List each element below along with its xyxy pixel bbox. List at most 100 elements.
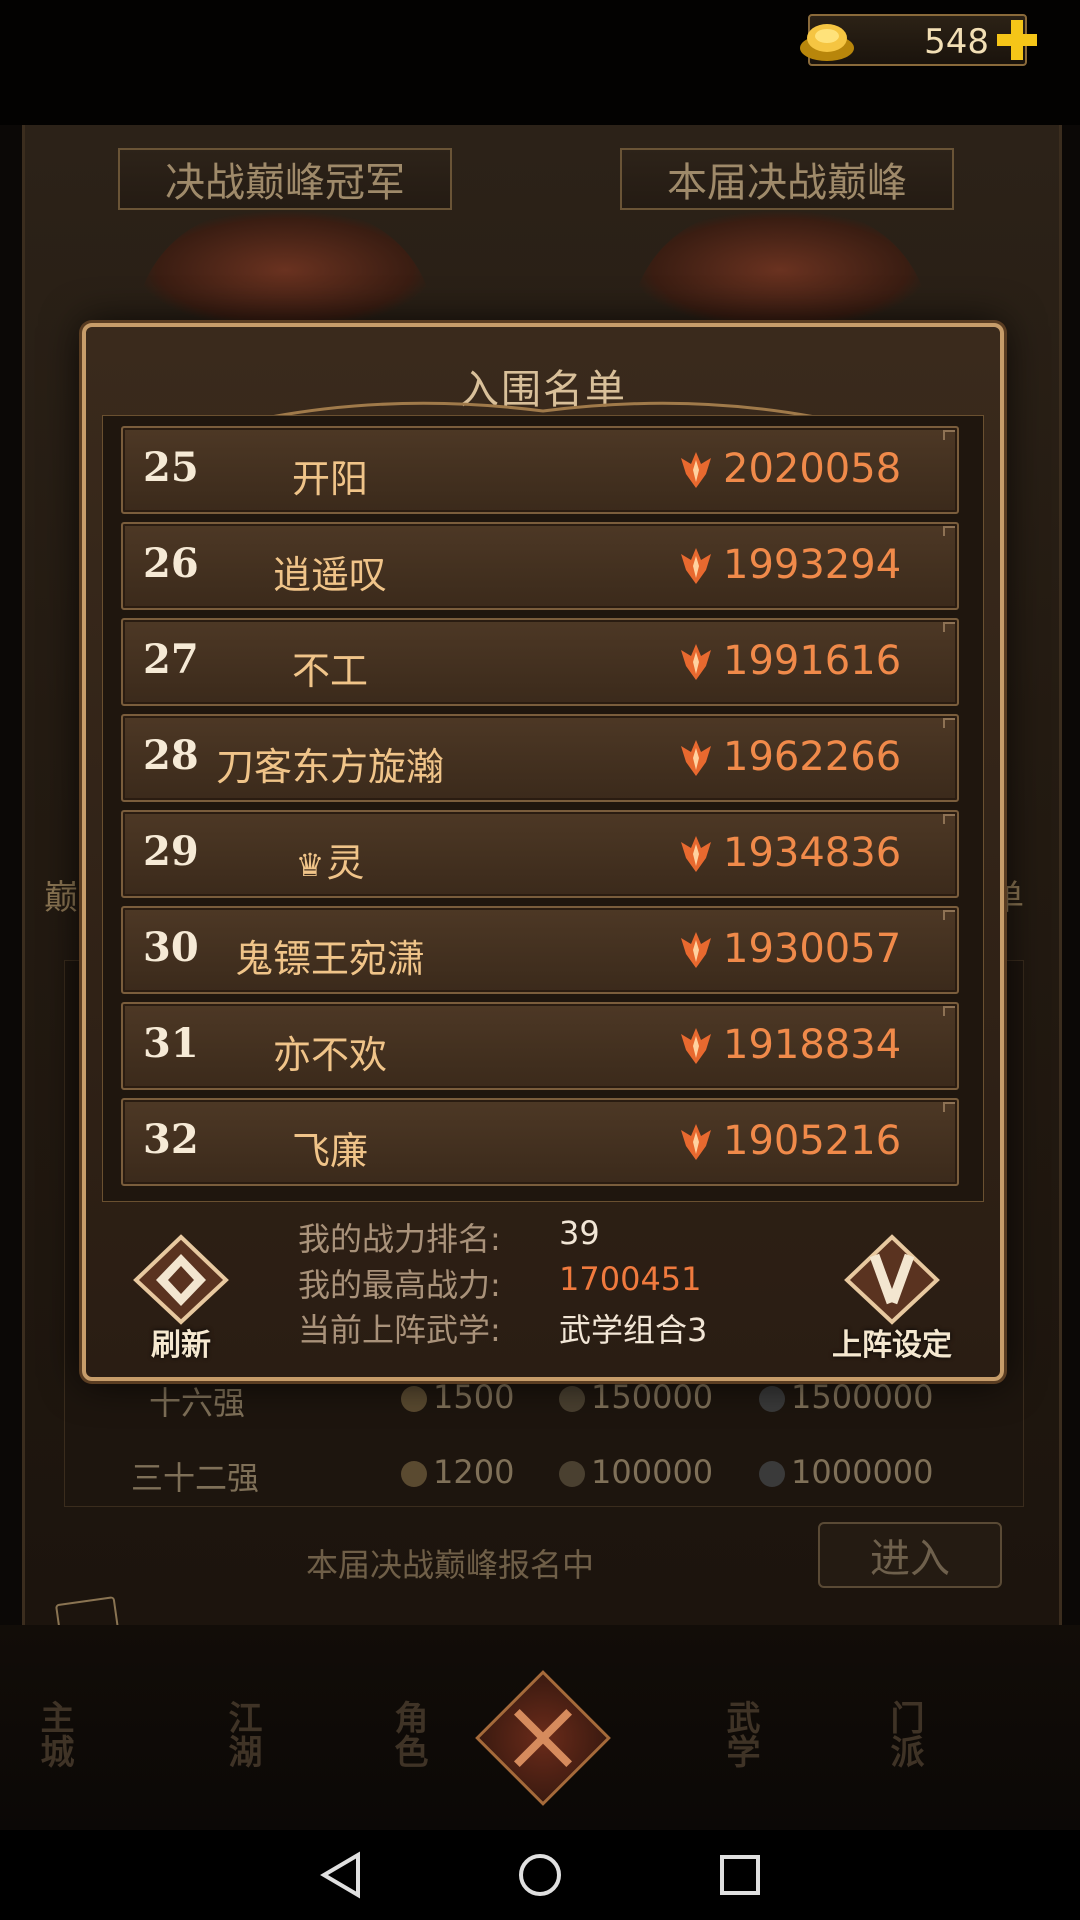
- stage-label: 三十二强: [131, 1459, 260, 1497]
- row-corner-ornament: [943, 1102, 955, 1112]
- current-skill-label: 当前上阵武学:: [298, 1311, 501, 1349]
- coin-icon: [759, 1461, 785, 1487]
- rank-number: 29: [143, 828, 199, 875]
- player-name-cell: 开阳: [205, 448, 455, 503]
- rank-number: 27: [143, 636, 199, 683]
- taiji-icon: [559, 1386, 585, 1412]
- player-name: 飞廉: [291, 1129, 368, 1173]
- row-corner-ornament: [943, 1006, 955, 1016]
- player-name: 逍遥叹: [272, 553, 387, 597]
- battle-power-icon: [681, 548, 711, 584]
- ranking-row[interactable]: 28 刀客东方旋瀚 1962266: [121, 714, 959, 802]
- back-icon[interactable]: [318, 1850, 364, 1900]
- player-name-cell: 鬼镖王宛潇: [205, 928, 455, 983]
- reward-c: 1000000: [791, 1453, 934, 1491]
- player-name-cell: 不工: [205, 640, 455, 695]
- reward-c: 1500000: [791, 1378, 934, 1416]
- best-power-value: 1700451: [559, 1260, 702, 1298]
- player-name: 刀客东方旋瀚: [215, 745, 444, 789]
- currency-amount: 548: [924, 22, 989, 62]
- player-name: 灵: [326, 841, 365, 885]
- ranking-row[interactable]: 29 ♛灵 1934836: [121, 810, 959, 898]
- ranking-row[interactable]: 30 鬼镖王宛潇 1930057: [121, 906, 959, 994]
- power-rank-label: 我的战力排名:: [298, 1220, 501, 1258]
- crown-icon: ♛: [295, 846, 325, 884]
- row-corner-ornament: [943, 814, 955, 824]
- player-name-cell: 亦不欢: [205, 1024, 455, 1079]
- player-name: 亦不欢: [272, 1033, 387, 1077]
- peak-token-icon: [401, 1461, 427, 1487]
- nav-main-city[interactable]: 主城: [30, 1700, 79, 1768]
- battle-power-icon: [681, 1028, 711, 1064]
- nav-martial-arts[interactable]: 武学: [716, 1700, 765, 1768]
- refresh-button[interactable]: 刷新: [126, 1232, 236, 1363]
- peak-token-icon: [401, 1386, 427, 1412]
- reward-b: 150000: [591, 1378, 714, 1416]
- battle-power-value: 1962266: [723, 734, 902, 780]
- power-rank-value: 39: [559, 1214, 600, 1252]
- tab-champion[interactable]: 决战巅峰冠军: [118, 148, 452, 210]
- home-icon[interactable]: [518, 1850, 562, 1900]
- player-name-cell: ♛灵: [205, 832, 455, 887]
- player-name-cell: 逍遥叹: [205, 544, 455, 599]
- ranking-row[interactable]: 25 开阳 2020058: [121, 426, 959, 514]
- taiji-icon: [559, 1461, 585, 1487]
- ranking-row[interactable]: 27 不工 1991616: [121, 618, 959, 706]
- player-name: 鬼镖王宛潇: [234, 937, 425, 981]
- battle-power-icon: [681, 740, 711, 776]
- battle-power-value: 1918834: [723, 1022, 902, 1068]
- battle-power-value: 2020058: [723, 446, 902, 492]
- battle-power-icon: [681, 932, 711, 968]
- row-corner-ornament: [943, 430, 955, 440]
- coin-icon: [759, 1386, 785, 1412]
- rank-number: 30: [143, 924, 199, 971]
- gold-ingot-icon: [800, 24, 854, 61]
- nav-sect[interactable]: 门派: [880, 1700, 929, 1768]
- lineup-settings-button[interactable]: 上阵设定: [822, 1232, 962, 1363]
- tab-current-event[interactable]: 本届决战巅峰: [620, 148, 954, 210]
- battle-power-icon: [681, 644, 711, 680]
- ranking-row[interactable]: 31 亦不欢 1918834: [121, 1002, 959, 1090]
- enter-button[interactable]: 进入: [818, 1522, 1002, 1588]
- side-text-left: 巅: [44, 878, 78, 918]
- battle-power-value: 1930057: [723, 926, 902, 972]
- currency-display: 548: [800, 14, 1037, 66]
- current-skill-value: 武学组合3: [559, 1311, 708, 1349]
- row-corner-ornament: [943, 622, 955, 632]
- ranking-row[interactable]: 26 逍遥叹 1993294: [121, 522, 959, 610]
- nav-jianghu[interactable]: 江湖: [218, 1700, 267, 1768]
- table-row: 三十二强 1200 100000 1000000: [65, 1441, 1023, 1501]
- rank-number: 32: [143, 1116, 199, 1163]
- battle-power-icon: [681, 1124, 711, 1160]
- battle-power-icon: [681, 836, 711, 872]
- battle-power-value: 1993294: [723, 542, 902, 588]
- plus-icon[interactable]: [995, 18, 1039, 62]
- lineup-settings-label: 上阵设定: [832, 1328, 952, 1363]
- rank-number: 25: [143, 444, 199, 491]
- best-power-label: 我的最高战力:: [298, 1266, 501, 1304]
- player-name: 不工: [291, 649, 368, 693]
- registration-status: 本届决战巅峰报名中: [306, 1546, 595, 1584]
- player-name-cell: 刀客东方旋瀚: [205, 736, 455, 791]
- player-name-cell: 飞廉: [205, 1120, 455, 1175]
- stage-label: 十六强: [149, 1384, 246, 1422]
- lineup-icon: [844, 1234, 940, 1325]
- shortlist[interactable]: 25 开阳 2020058 26 逍遥叹 1993294 27 不工 1991616 28 刀客东方…: [102, 415, 984, 1202]
- player-name: 开阳: [291, 457, 368, 501]
- battle-power-icon: [681, 452, 711, 488]
- reward-b: 100000: [591, 1453, 714, 1491]
- battle-power-value: 1991616: [723, 638, 902, 684]
- row-corner-ornament: [943, 910, 955, 920]
- shortlist-dialog: 入围名单 25 开阳 2020058 26 逍遥叹 1993294 27 不工 1991616 2…: [82, 323, 1004, 1381]
- refresh-icon: [133, 1234, 229, 1325]
- rank-number: 26: [143, 540, 199, 587]
- top-bar: 548: [0, 0, 1080, 125]
- row-corner-ornament: [943, 718, 955, 728]
- battle-power-value: 1905216: [723, 1118, 902, 1164]
- ranking-row[interactable]: 32 飞廉 1905216: [121, 1098, 959, 1186]
- battle-power-value: 1934836: [723, 830, 902, 876]
- nav-character[interactable]: 角色: [384, 1700, 433, 1768]
- reward-a: 1500: [433, 1378, 515, 1416]
- system-nav-bar: [0, 1830, 1080, 1920]
- recents-icon[interactable]: [718, 1850, 762, 1900]
